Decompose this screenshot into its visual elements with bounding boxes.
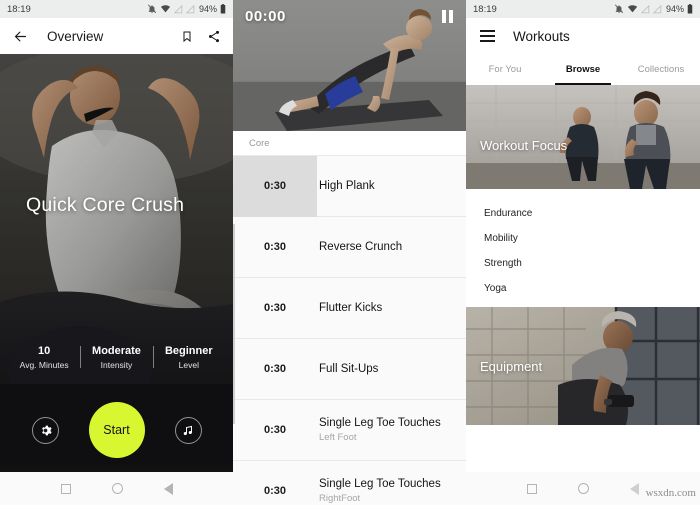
exercise-name: Single Leg Toe Touches [319, 478, 441, 490]
workouts-tabs: For You Browse Collections [466, 54, 700, 85]
panel-overview: 18:19 94% Overview Quick Core Crush 10 A… [0, 0, 233, 505]
three-phone-screenshots: 18:19 94% Overview Quick Core Crush 10 A… [0, 0, 700, 505]
tab-collections[interactable]: Collections [622, 54, 700, 85]
exercise-row[interactable]: 0:30 Flutter Kicks [233, 278, 466, 339]
circle-home-icon[interactable] [111, 483, 123, 494]
exercise-time: 0:30 [263, 302, 287, 314]
exercise-time: 0:30 [263, 363, 287, 375]
share-icon[interactable] [207, 29, 221, 44]
workout-focus-label: Workout Focus [480, 138, 568, 153]
exercise-row[interactable]: 0:30 Single Leg Toe Touches RightFoot [233, 461, 466, 505]
triangle-back-icon[interactable] [630, 482, 639, 495]
exercise-row[interactable]: 0:30 Full Sit-Ups [233, 339, 466, 400]
status-bar: 18:19 94% [0, 0, 233, 18]
square-recents-icon[interactable] [60, 483, 71, 494]
music-button[interactable] [174, 416, 202, 444]
back-arrow-icon[interactable] [12, 29, 29, 44]
exercise-name: Single Leg Toe Touches [319, 417, 441, 429]
signal-icon [173, 4, 183, 13]
status-icon-group: 94% [147, 4, 226, 14]
workout-stats: 10 Avg. Minutes Moderate Intensity Begin… [0, 344, 233, 371]
status-icon-group: 94% [614, 4, 693, 14]
battery-icon [687, 4, 693, 14]
exercise-row[interactable]: 0:30 Reverse Crunch [233, 217, 466, 278]
equipment-label: Equipment [480, 359, 543, 374]
bell-muted-icon [147, 4, 157, 14]
android-navbar [0, 472, 233, 505]
focus-item-mobility[interactable]: Mobility [466, 226, 700, 251]
bell-muted-icon [614, 4, 624, 14]
overview-appbar: Overview [0, 18, 233, 54]
stat-value: Beginner [164, 345, 213, 357]
status-time: 18:19 [7, 3, 31, 15]
workouts-appbar: Workouts [466, 18, 700, 54]
focus-item-endurance[interactable]: Endurance [466, 201, 700, 226]
workout-focus-list: Endurance Mobility Strength Yoga [466, 189, 700, 307]
square-recents-icon[interactable] [527, 483, 537, 494]
music-note-icon [182, 424, 194, 437]
exercise-time: 0:30 [263, 485, 287, 497]
exercise-video[interactable]: 00:00 [233, 0, 466, 131]
focus-item-strength[interactable]: Strength [466, 251, 700, 276]
panel-player: 00:00 Core 0:30 High Plank 0:30 Reverse … [233, 0, 466, 505]
equipment-card[interactable]: Equipment [466, 307, 700, 425]
section-header-core: Core [233, 131, 466, 156]
pause-button[interactable] [442, 10, 453, 23]
list-scrollbar[interactable] [233, 224, 235, 424]
stat-avg-minutes: 10 Avg. Minutes [8, 344, 80, 371]
gear-icon [39, 424, 52, 437]
battery-percent: 94% [665, 4, 684, 14]
signal-icon [640, 4, 650, 13]
circle-home-icon[interactable] [578, 483, 589, 494]
status-time: 18:19 [473, 3, 497, 15]
overview-controls: Start [0, 402, 233, 458]
panel-workouts: 18:19 94% Workouts For You Browse Collec… [466, 0, 700, 505]
tab-browse[interactable]: Browse [544, 54, 622, 85]
signal-icon [185, 4, 195, 13]
exercise-time: 0:30 [263, 424, 287, 436]
battery-icon [220, 4, 226, 14]
site-watermark: wsxdn.com [645, 487, 696, 499]
exercise-time: 0:30 [263, 180, 287, 192]
workout-hero-image: Quick Core Crush 10 Avg. Minutes Moderat… [0, 54, 233, 472]
page-title: Workouts [513, 28, 570, 44]
stat-level: Beginner Level [152, 344, 225, 371]
workout-focus-card[interactable]: Workout Focus [466, 85, 700, 189]
exercise-subtitle: Left Foot [319, 432, 357, 443]
workout-title: Quick Core Crush [26, 194, 185, 216]
exercise-name: Reverse Crunch [319, 240, 403, 253]
pause-icon [442, 10, 446, 23]
screen-bottom-edge [0, 465, 233, 472]
wifi-icon [627, 5, 638, 13]
pause-icon [449, 10, 453, 23]
signal-icon [652, 4, 662, 13]
settings-button[interactable] [31, 416, 59, 444]
tab-for-you[interactable]: For You [466, 54, 544, 85]
workout-focus-photo [466, 85, 700, 189]
exercise-time: 0:30 [263, 241, 287, 253]
triangle-back-icon[interactable] [163, 482, 173, 495]
stat-label: Avg. Minutes [19, 360, 69, 370]
stat-label: Level [178, 360, 199, 370]
wifi-icon [160, 5, 171, 13]
page-title: Overview [47, 28, 104, 44]
hamburger-menu-icon[interactable] [480, 30, 495, 42]
stat-value: Moderate [92, 345, 141, 357]
exercise-row[interactable]: 0:30 Single Leg Toe Touches Left Foot [233, 400, 466, 461]
battery-percent: 94% [198, 4, 217, 14]
bookmark-icon[interactable] [181, 29, 193, 44]
status-bar: 18:19 94% [466, 0, 700, 18]
exercise-name: High Plank [319, 179, 375, 192]
focus-item-yoga[interactable]: Yoga [466, 276, 700, 301]
exercise-row-active[interactable]: 0:30 High Plank [233, 155, 466, 217]
start-button[interactable]: Start [88, 402, 145, 458]
exercise-list: 0:30 High Plank 0:30 Reverse Crunch 0:30… [233, 155, 466, 505]
exercise-name: Full Sit-Ups [319, 362, 379, 375]
workout-timer: 00:00 [245, 8, 286, 25]
stat-intensity: Moderate Intensity [80, 344, 152, 371]
stat-label: Intensity [100, 360, 133, 370]
exercise-name: Flutter Kicks [319, 301, 383, 314]
stat-value: 10 [38, 345, 51, 357]
exercise-subtitle: RightFoot [319, 493, 361, 504]
